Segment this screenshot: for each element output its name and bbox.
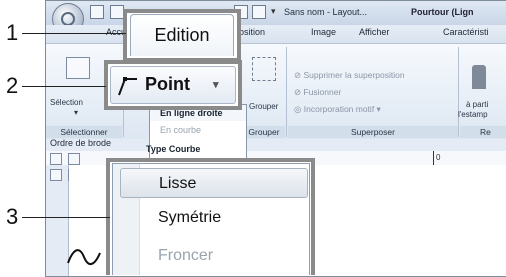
curve-sample-icon — [67, 249, 101, 265]
point-button-label: Point — [145, 74, 190, 94]
qat-customize-icon[interactable]: ▾ — [271, 6, 276, 17]
fit-view-icon[interactable] — [50, 153, 62, 165]
selection-button-label[interactable]: Sélection — [50, 98, 83, 107]
motif-embed-button[interactable]: ◎ Incorporation motif ▾ — [294, 104, 381, 115]
context-title: Pourtour (Lign — [411, 7, 474, 17]
group-label-superposer: Superposer — [288, 126, 458, 138]
callout-leader-2 — [22, 86, 106, 87]
group-divider — [458, 47, 459, 137]
remove-overlap-button[interactable]: ⊘ Supprimer la superposition — [294, 70, 405, 81]
point-dropdown-menu: En ligne droite En courbe Type Courbe — [146, 104, 247, 160]
stamp-label-2[interactable]: l'estamp — [458, 110, 488, 119]
menu-item-symetrie[interactable]: Symétrie — [120, 203, 308, 233]
remove-overlap-label: Supprimer la superposition — [303, 70, 405, 80]
stamp-icon[interactable] — [472, 65, 486, 89]
tab-caracteristiques[interactable]: Caractéristi — [443, 27, 489, 37]
selection-dropdown-icon[interactable]: ▾ — [74, 108, 78, 117]
callout-leader-1 — [22, 33, 126, 34]
callout-leader-3 — [22, 217, 110, 218]
tab-edition[interactable]: Edition — [130, 14, 234, 56]
window-title: Sans nom - Layout... — [284, 7, 368, 17]
selection-tool-icon[interactable] — [66, 57, 90, 79]
point-button[interactable]: Point ▾ — [110, 66, 236, 104]
grouper-button-label[interactable]: Grouper — [249, 102, 278, 111]
ruler-tick — [433, 151, 434, 165]
point-tool-icon — [118, 77, 137, 96]
open-file-icon[interactable] — [110, 5, 124, 19]
stamp-label-1[interactable]: à parti — [466, 100, 488, 109]
menu-item-curve: En courbe — [160, 125, 202, 135]
new-file-icon[interactable] — [90, 5, 104, 19]
ruler-zero-mark: 0 — [436, 153, 441, 162]
redo-icon[interactable] — [252, 5, 266, 19]
tab-afficher[interactable]: Afficher — [359, 27, 389, 37]
group-objects-icon[interactable] — [252, 57, 276, 81]
menu-item-lisse[interactable]: Lisse — [120, 168, 308, 198]
motif-embed-label: Incorporation motif — [303, 104, 375, 114]
menu-item-curve-type[interactable]: Type Courbe — [136, 141, 232, 157]
chevron-down-icon: ▾ — [213, 79, 219, 91]
group-label-right: Re — [460, 126, 506, 138]
callout-number-2: 2 — [6, 73, 19, 98]
group-label-grouper: Grouper — [243, 126, 285, 138]
merge-label: Fusionner — [303, 87, 342, 97]
callout-number-1: 1 — [6, 20, 19, 45]
callout-number-3: 3 — [6, 204, 19, 229]
group-divider — [286, 47, 287, 137]
copy-icon[interactable] — [68, 153, 80, 165]
tab-image[interactable]: Image — [311, 27, 336, 37]
menu-item-froncer: Froncer — [158, 247, 214, 264]
order-icon[interactable] — [50, 169, 62, 181]
embroidery-order-title: Ordre de brode — [50, 138, 112, 148]
merge-button[interactable]: ⊘ Fusionner — [294, 87, 341, 98]
app-logo-icon — [61, 12, 75, 26]
group-label-selectionner: Sélectionner — [46, 126, 122, 138]
